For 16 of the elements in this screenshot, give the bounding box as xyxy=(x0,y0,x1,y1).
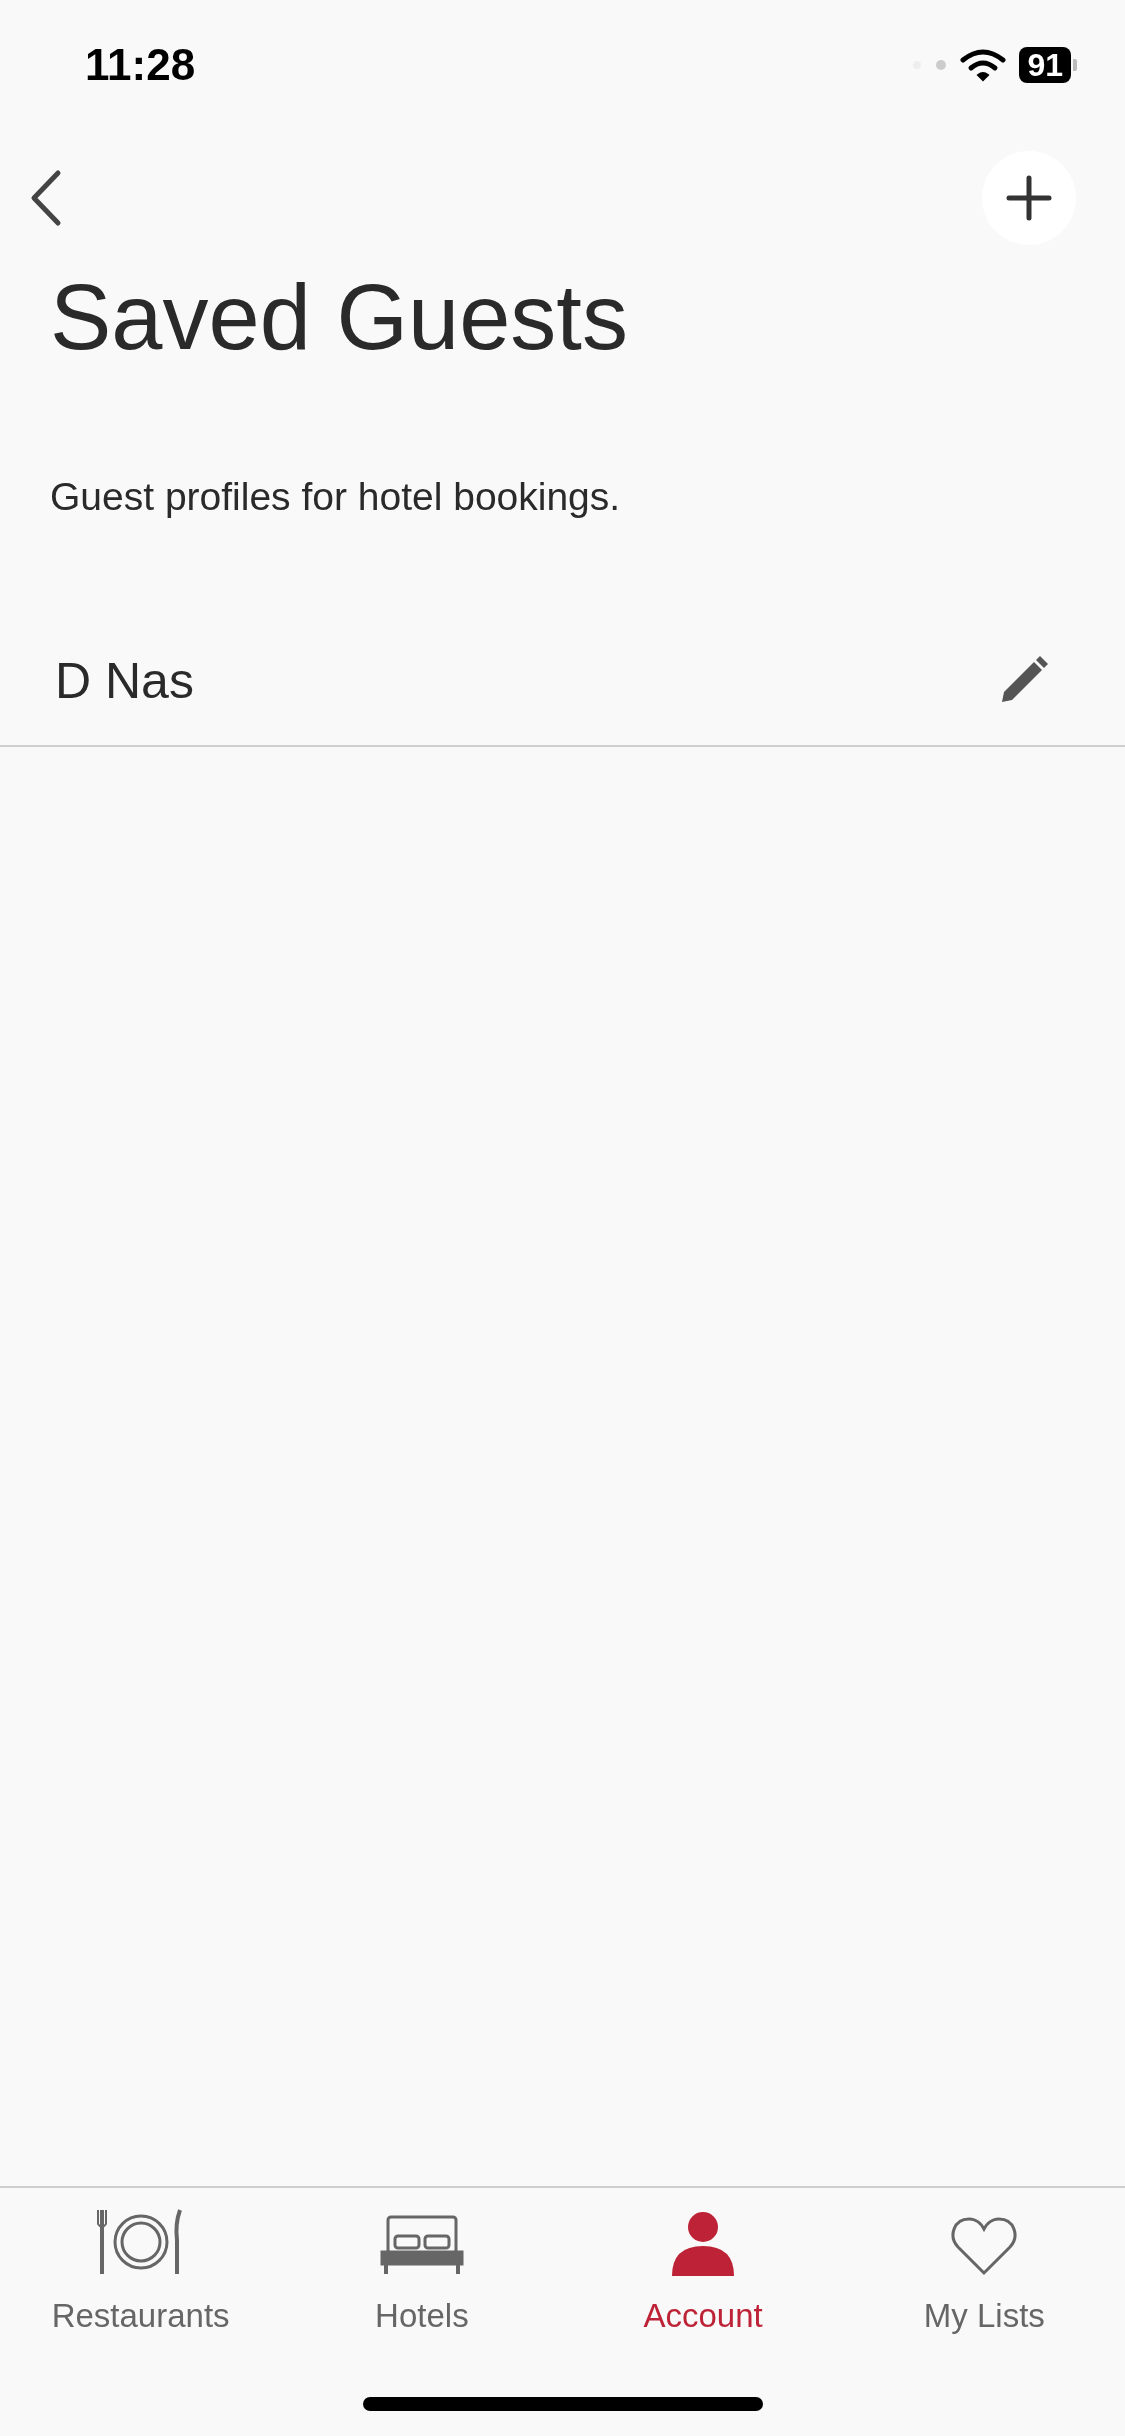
page-subtitle: Guest profiles for hotel bookings. xyxy=(49,474,622,520)
tab-bar-item[interactable]: My Lists xyxy=(843,2206,1125,2336)
plus-icon xyxy=(1006,174,1052,221)
page-title: Saved Guests xyxy=(49,265,629,370)
tab-bar-item[interactable]: Account xyxy=(562,2206,844,2336)
signal-icon xyxy=(911,59,948,71)
person-icon xyxy=(672,2212,735,2276)
battery-tip-icon xyxy=(1073,59,1077,71)
guest-name: D Nas xyxy=(55,651,194,711)
bed-icon xyxy=(378,2214,465,2276)
status-time: 11:28 xyxy=(85,39,196,91)
wifi-icon xyxy=(959,48,1008,82)
heart-icon xyxy=(951,2216,1018,2276)
battery-level: 91 xyxy=(1019,47,1071,83)
tab-bar-item[interactable]: Hotels xyxy=(281,2206,563,2336)
tab-bar-item[interactable]: Restaurants xyxy=(0,2206,282,2336)
